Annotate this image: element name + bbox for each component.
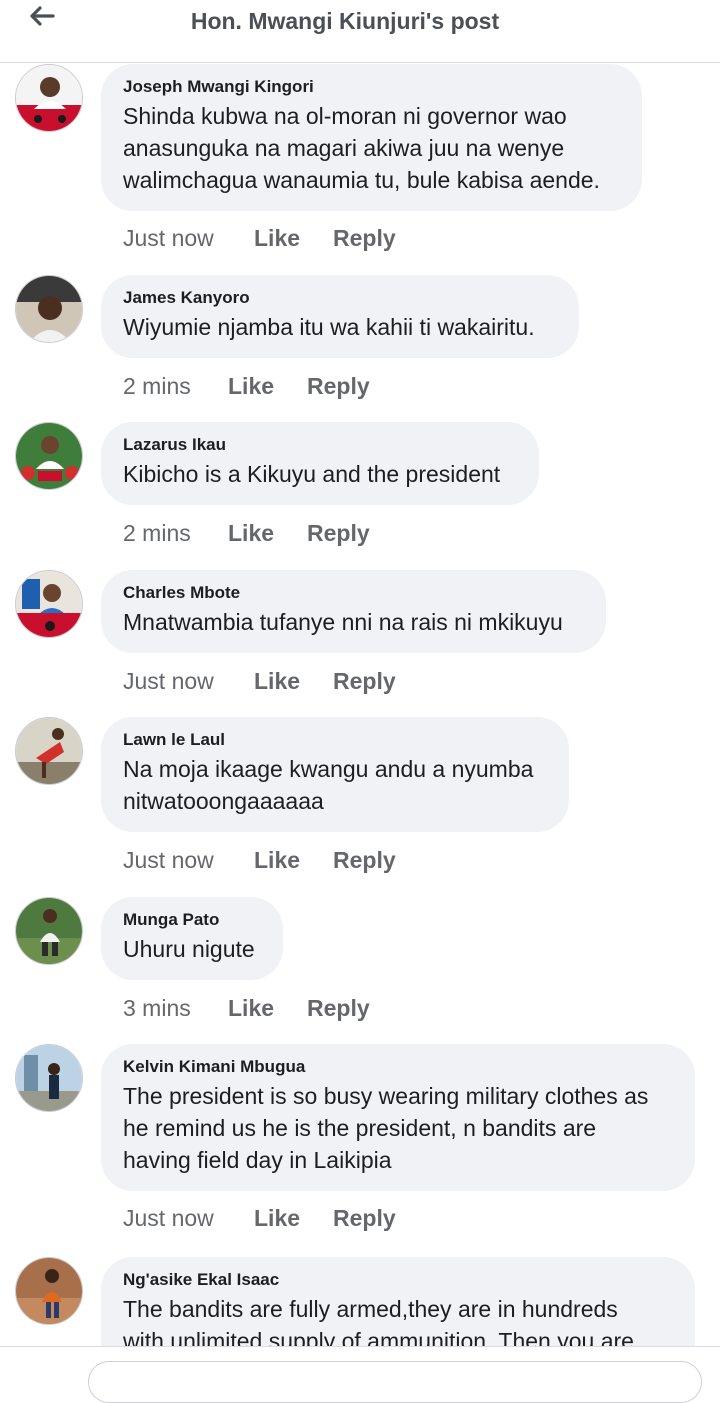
page-title: Hon. Mwangi Kiunjuri's post — [190, 8, 500, 34]
like-button[interactable]: Like — [254, 223, 300, 253]
like-button[interactable]: Like — [254, 1203, 300, 1233]
comment-text: Mnatwambia tufanye nni na rais ni mkikuy… — [123, 609, 563, 635]
avatar[interactable] — [15, 897, 83, 965]
reply-button[interactable]: Reply — [333, 666, 396, 696]
comment-author[interactable]: Ng'asike Ekal Isaac — [123, 1267, 673, 1293]
comment-author[interactable]: Lazarus Ikau — [123, 432, 517, 458]
comment-time: Just now — [123, 847, 214, 873]
comments-list: Joseph Mwangi Kingori Shinda kubwa na ol… — [0, 0, 720, 1377]
comment-text: Uhuru nigute — [123, 936, 255, 962]
comment-text: Na moja ikaage kwangu andu a nyumba nitw… — [123, 756, 534, 814]
comment-author[interactable]: Lawn le Laul — [123, 727, 547, 753]
reply-button[interactable]: Reply — [333, 223, 396, 253]
like-button[interactable]: Like — [254, 845, 300, 875]
comment-time: Just now — [123, 668, 214, 694]
avatar[interactable] — [15, 570, 83, 638]
comment-time: Just now — [123, 1205, 214, 1231]
comment-time: 2 mins — [123, 373, 191, 399]
comment-time: 3 mins — [123, 995, 191, 1021]
comment-author[interactable]: James Kanyoro — [123, 285, 557, 311]
avatar[interactable] — [15, 64, 83, 132]
comment-time: Just now — [123, 225, 214, 251]
post-header: Hon. Mwangi Kiunjuri's post — [0, 0, 720, 63]
comment-bubble: Lawn le Laul Na moja ikaage kwangu andu … — [101, 717, 569, 832]
comment-text: Shinda kubwa na ol-moran ni governor wao… — [123, 103, 600, 193]
avatar[interactable] — [15, 422, 83, 490]
comment-author[interactable]: Munga Pato — [123, 907, 261, 933]
like-button[interactable]: Like — [254, 666, 300, 696]
comment-author[interactable]: Kelvin Kimani Mbugua — [123, 1054, 673, 1080]
like-button[interactable]: Like — [228, 518, 274, 548]
comment-bubble: Lazarus Ikau Kibicho is a Kikuyu and the… — [101, 422, 539, 505]
like-button[interactable]: Like — [228, 371, 274, 401]
reply-button[interactable]: Reply — [307, 371, 370, 401]
reply-button[interactable]: Reply — [333, 845, 396, 875]
avatar[interactable] — [15, 275, 83, 343]
reply-button[interactable]: Reply — [307, 518, 370, 548]
reply-button[interactable]: Reply — [307, 993, 370, 1023]
comment-text: Kibicho is a Kikuyu and the president — [123, 461, 501, 487]
reply-button[interactable]: Reply — [333, 1203, 396, 1233]
avatar[interactable] — [15, 1044, 83, 1112]
like-button[interactable]: Like — [228, 993, 274, 1023]
comment-bubble: Charles Mbote Mnatwambia tufanye nni na … — [101, 570, 606, 653]
comment-author[interactable]: Charles Mbote — [123, 580, 584, 606]
comment-input[interactable] — [88, 1361, 702, 1403]
comment-text: Wiyumie njamba itu wa kahii ti wakairitu… — [123, 314, 535, 340]
comment-bubble: Munga Pato Uhuru nigute — [101, 897, 283, 980]
avatar[interactable] — [15, 717, 83, 785]
comment-bubble: Joseph Mwangi Kingori Shinda kubwa na ol… — [101, 64, 642, 211]
comment-text: The president is so busy wearing militar… — [123, 1083, 649, 1173]
avatar[interactable] — [15, 1257, 83, 1325]
comment-bubble: James Kanyoro Wiyumie njamba itu wa kahi… — [101, 275, 579, 358]
comment-author[interactable]: Joseph Mwangi Kingori — [123, 74, 620, 100]
comment-bubble: Kelvin Kimani Mbugua The president is so… — [101, 1044, 695, 1191]
comment-composer-bar — [0, 1346, 720, 1403]
comment-time: 2 mins — [123, 520, 191, 546]
